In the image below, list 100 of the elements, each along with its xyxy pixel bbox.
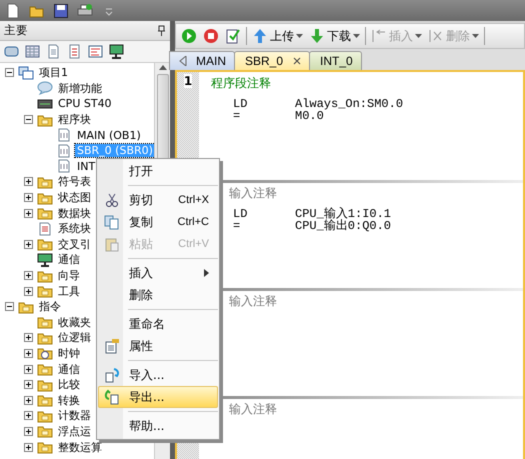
expand-icon[interactable] <box>24 396 32 405</box>
copy-icon <box>104 214 120 230</box>
list-icon <box>67 44 82 59</box>
menu-item[interactable]: 插入 <box>98 262 218 284</box>
export-icon <box>104 389 120 405</box>
folder-icon <box>37 268 53 283</box>
expand-icon[interactable] <box>24 271 32 280</box>
instruction: LD <box>233 98 248 110</box>
help-icon <box>37 81 53 96</box>
expand-icon[interactable] <box>24 286 32 296</box>
tree-item[interactable]: 状态图 <box>56 191 93 204</box>
scissors-icon <box>104 192 120 208</box>
tag-icon <box>4 44 19 59</box>
tree-item[interactable]: 指令 <box>37 300 63 314</box>
form-icon <box>88 44 103 59</box>
tree-item[interactable]: 整数运算 <box>56 440 104 454</box>
pin-icon[interactable] <box>157 25 166 36</box>
printer-icon <box>77 2 93 18</box>
toolbar-button[interactable]: 上传 <box>251 26 304 46</box>
menu-item[interactable]: 帮助... <box>98 415 218 437</box>
tree-item[interactable]: 项目1 <box>37 66 70 80</box>
expand-icon[interactable] <box>24 193 32 202</box>
network-number: 1 <box>184 74 192 88</box>
expand-icon[interactable] <box>24 348 32 358</box>
folder-icon <box>37 330 53 345</box>
folder-icon <box>37 112 53 127</box>
expand-icon[interactable] <box>24 442 32 452</box>
menu-item[interactable]: 复制 Ctrl+C <box>98 211 218 233</box>
tab[interactable]: MAIN <box>169 51 235 70</box>
folder-icon <box>37 440 53 454</box>
folder-icon <box>37 206 53 220</box>
tab-scroll-left-icon[interactable] <box>179 56 187 66</box>
tree-item[interactable]: INT <box>75 160 98 173</box>
collapse-icon[interactable] <box>24 115 32 124</box>
menu-item[interactable]: 属性 <box>98 335 218 357</box>
stop-button[interactable] <box>202 26 220 46</box>
monitor-icon <box>109 44 124 59</box>
document-icon <box>37 222 53 236</box>
tab[interactable]: SBR_0 <box>234 51 310 70</box>
close-icon[interactable] <box>293 57 302 65</box>
menu-item[interactable]: 打开 <box>98 160 218 182</box>
expand-icon[interactable] <box>24 411 32 420</box>
expand-icon[interactable] <box>24 208 32 218</box>
expand-icon[interactable] <box>24 177 32 186</box>
tree-item[interactable]: 比较 <box>56 378 82 392</box>
tree-item[interactable]: 收藏夹 <box>56 316 93 329</box>
import-icon <box>104 367 120 383</box>
folder-icon <box>37 362 53 376</box>
caret-icon <box>353 34 360 38</box>
expand-icon[interactable] <box>24 364 32 374</box>
insert-icon <box>371 28 387 44</box>
instruction: LD <box>233 208 248 220</box>
tree-item[interactable]: 浮点运 <box>56 424 93 438</box>
tree-item[interactable]: 通信 <box>56 362 82 376</box>
folder-icon <box>37 393 53 408</box>
tree-item[interactable]: 交叉引 <box>56 238 93 251</box>
caret-icon <box>415 34 422 38</box>
menu-item[interactable]: 剪切 Ctrl+X <box>98 189 218 211</box>
expand-icon[interactable] <box>24 240 32 249</box>
caret-icon <box>296 34 303 38</box>
expand-icon[interactable] <box>24 426 32 436</box>
folder-icon <box>37 284 53 298</box>
up-arrow-icon <box>252 28 268 44</box>
tree-item[interactable]: MAIN (OB1) <box>75 128 143 142</box>
collapse-icon[interactable] <box>4 302 14 312</box>
tree-item[interactable]: CPU ST40 <box>56 97 114 110</box>
scroll-up-icon[interactable] <box>158 65 166 70</box>
monitor-icon <box>37 252 53 267</box>
menu-item[interactable]: 导入... <box>98 364 218 386</box>
toolbar-button[interactable]: 下载 <box>308 26 361 46</box>
folder-icon <box>37 424 53 438</box>
folder-icon <box>37 315 53 330</box>
tree-item[interactable]: 符号表 <box>56 175 93 188</box>
network-comment[interactable]: 程序段注释 <box>203 75 523 92</box>
tree-item[interactable]: 工具 <box>56 284 82 298</box>
tree-item[interactable]: 通信 <box>56 253 82 266</box>
tree-item[interactable]: 转换 <box>56 394 82 407</box>
tree-item[interactable]: 新增功能 <box>56 82 104 95</box>
panel-title: 主要 <box>4 23 28 38</box>
caret-icon <box>472 34 479 38</box>
tree-item[interactable]: 位逻辑 <box>56 331 93 344</box>
tree-item[interactable]: 数据块 <box>56 206 93 220</box>
tree-item[interactable]: 时钟 <box>56 346 82 360</box>
run-button[interactable] <box>180 26 198 46</box>
menu-item[interactable]: 重命名 <box>98 313 218 335</box>
tree-item[interactable]: 系统块 <box>56 222 93 236</box>
instruction: = <box>233 110 242 122</box>
operand: M0.0 <box>295 110 324 122</box>
stop-icon <box>203 28 219 44</box>
expand-icon[interactable] <box>24 380 32 390</box>
tree-item[interactable]: 向导 <box>56 269 82 282</box>
operand: Always_On:SM0.0 <box>295 98 404 110</box>
folder-icon <box>37 190 53 205</box>
collapse-icon[interactable] <box>4 68 14 78</box>
tab[interactable]: INT_0 <box>309 51 362 70</box>
menu-item[interactable]: 删除 <box>98 284 218 306</box>
expand-icon[interactable] <box>24 333 32 342</box>
tree-item[interactable]: 计数器 <box>56 409 93 422</box>
menu-item[interactable]: 导出... <box>98 386 218 408</box>
tree-item[interactable]: 程序块 <box>56 113 93 126</box>
